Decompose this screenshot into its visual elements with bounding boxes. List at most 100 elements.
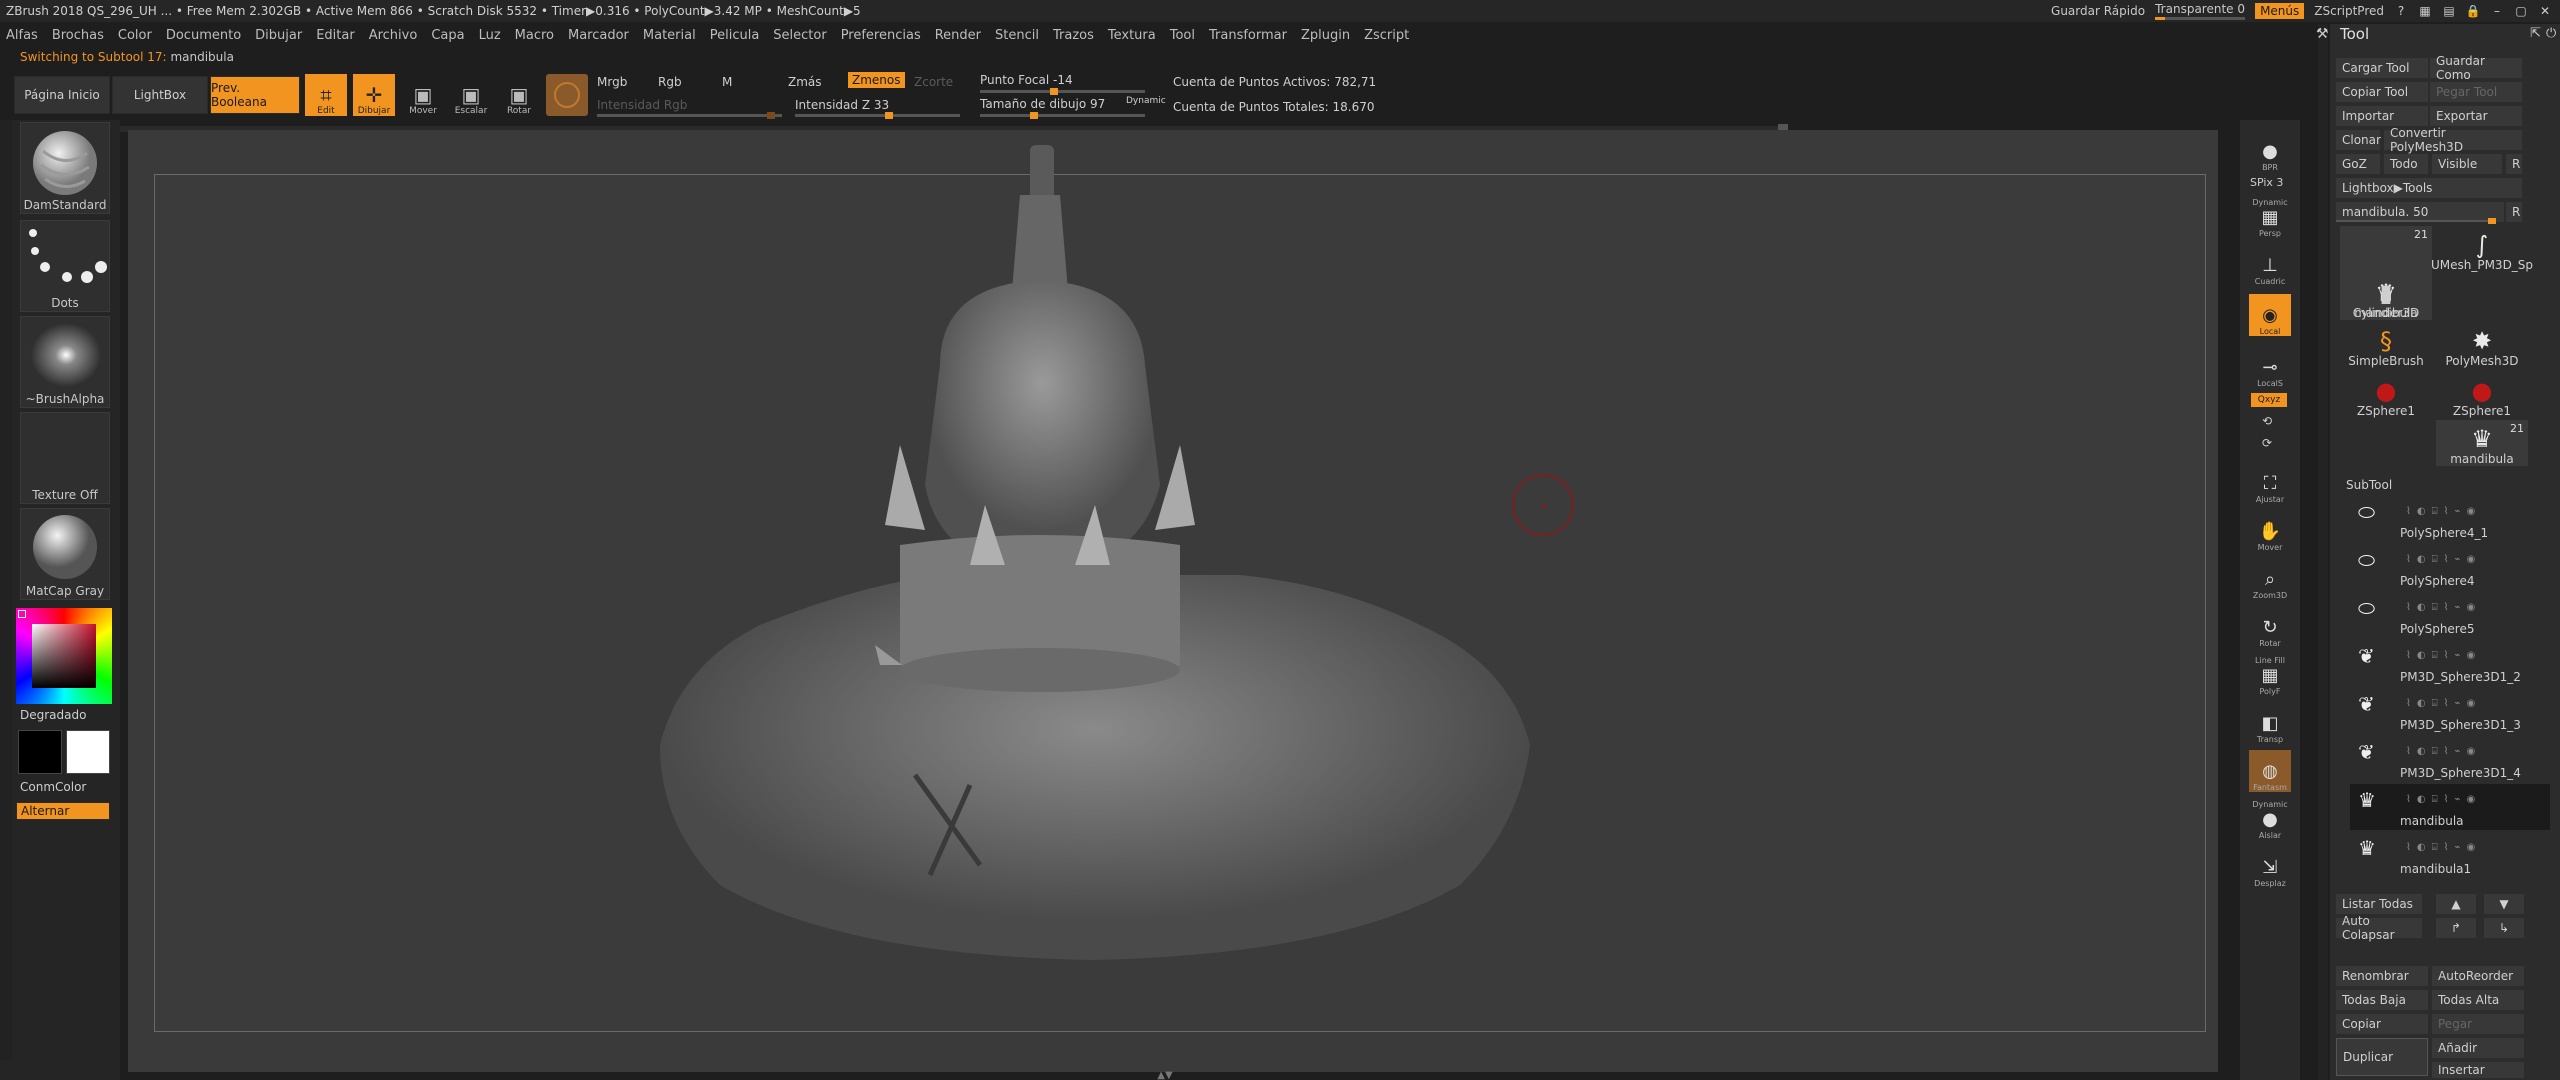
- subtool-brush-icon[interactable]: ⌇: [2406, 506, 2411, 517]
- z-intensity-track[interactable]: [795, 112, 960, 119]
- subtool-pin-icon[interactable]: ⌇: [2444, 794, 2449, 805]
- bpr-button[interactable]: ● BPR: [2249, 130, 2291, 172]
- menu-stencil[interactable]: Stencil: [995, 28, 1039, 43]
- solo-button[interactable]: Dynamic ● Aislar: [2249, 798, 2291, 840]
- eye-icon[interactable]: ◉: [2467, 794, 2476, 805]
- zadd-button[interactable]: Zmás: [788, 75, 822, 89]
- save-as-button[interactable]: Guardar Como: [2430, 54, 2522, 82]
- goz-r-button[interactable]: R: [2506, 154, 2522, 174]
- subtool-row[interactable]: ⬭ ⌇ ◐ ⌸ ⌇ ⌁ ◉ PolySphere5: [2350, 592, 2550, 638]
- subtool-paint-icon[interactable]: ⌁: [2455, 794, 2461, 805]
- eye-icon[interactable]: ◉: [2467, 506, 2476, 517]
- subtool-brush-icon[interactable]: ⌇: [2406, 842, 2411, 853]
- z-intensity-slider[interactable]: Intensidad Z 33: [795, 98, 889, 112]
- m-button[interactable]: M: [722, 75, 732, 89]
- menu-textura[interactable]: Textura: [1108, 28, 1156, 43]
- transparent-slider[interactable]: Transparente 0: [2155, 2, 2246, 20]
- move-view-button[interactable]: ✋ Mover: [2249, 510, 2291, 552]
- subtool-paint-icon[interactable]: ⌁: [2455, 842, 2461, 853]
- maximize-icon[interactable]: ▢: [2514, 4, 2528, 18]
- layout-icon[interactable]: ▦: [2418, 4, 2432, 18]
- menu-transformar[interactable]: Transformar: [1209, 28, 1287, 43]
- subtool-lock-icon[interactable]: ⌸: [2432, 746, 2438, 757]
- tool-thumb-cylinder3d[interactable]: ▮ Cylinder3D: [2340, 274, 2432, 320]
- clone-button[interactable]: Clonar: [2336, 130, 2381, 150]
- rotate-mode-button[interactable]: ▣ Rotar: [498, 74, 540, 116]
- menu-editar[interactable]: Editar: [316, 28, 355, 43]
- gradient-label[interactable]: Degradado: [20, 708, 86, 722]
- subtool-brush-icon[interactable]: ⌇: [2406, 794, 2411, 805]
- menu-dibujar[interactable]: Dibujar: [255, 28, 302, 43]
- boolean-preview-button[interactable]: Prev. Booleana: [210, 76, 300, 114]
- polyframe-button[interactable]: Line Fill ▦ PolyF: [2249, 654, 2291, 696]
- material-picker[interactable]: MatCap Gray: [20, 508, 110, 600]
- subtool-brush-icon[interactable]: ⌇: [2406, 746, 2411, 757]
- home-page-button[interactable]: Página Inicio: [14, 76, 110, 114]
- menu-material[interactable]: Material: [643, 28, 696, 43]
- scale-mode-button[interactable]: ▣ Escalar: [450, 74, 492, 116]
- tool-thumb-umesh_pm3d_sp[interactable]: ∫ UMesh_PM3D_Sp: [2431, 226, 2533, 272]
- floor-button[interactable]: ⊥ Cuadric: [2249, 244, 2291, 286]
- subtool-toggle-icon[interactable]: ◐: [2417, 506, 2426, 517]
- goz-visible-button[interactable]: Visible: [2432, 154, 2502, 174]
- rgb-intensity-slider[interactable]: Intensidad Rgb: [597, 98, 687, 112]
- copy-tool-button[interactable]: Copiar Tool: [2336, 82, 2428, 102]
- tool-thumb-simplebrush[interactable]: § SimpleBrush: [2340, 322, 2432, 368]
- rotate-z-icon[interactable]: ⟳: [2262, 436, 2272, 450]
- palette-popout-icon[interactable]: ⇱: [2530, 26, 2541, 41]
- menu-trazos[interactable]: Trazos: [1053, 28, 1094, 43]
- rotate-view-button[interactable]: ↻ Rotar: [2249, 606, 2291, 648]
- help-icon[interactable]: ?: [2394, 4, 2408, 18]
- current-tool-slider[interactable]: mandibula. 50: [2336, 202, 2504, 224]
- ghost-button[interactable]: ◍ Fantasm: [2249, 750, 2291, 792]
- default-zscript-button[interactable]: ZScriptPred: [2314, 4, 2384, 18]
- menu-zplugin[interactable]: Zplugin: [1301, 28, 1350, 43]
- local-symmetry-button[interactable]: ◉ Local: [2249, 294, 2291, 336]
- local-s-button[interactable]: ⊸ LocalS: [2249, 346, 2291, 388]
- load-tool-button[interactable]: Cargar Tool: [2336, 58, 2428, 78]
- focal-shift-slider[interactable]: Punto Focal -14: [980, 73, 1073, 87]
- menu-marcador[interactable]: Marcador: [568, 28, 629, 43]
- subtool-pin-icon[interactable]: ⌇: [2444, 554, 2449, 565]
- texture-picker[interactable]: Texture Off: [20, 412, 110, 504]
- subtool-paint-icon[interactable]: ⌁: [2455, 650, 2461, 661]
- make-polymesh-button[interactable]: Convertir PolyMesh3D: [2384, 126, 2522, 154]
- menu-archivo[interactable]: Archivo: [369, 28, 418, 43]
- spix-control[interactable]: SPix 3: [2250, 176, 2283, 189]
- menu-render[interactable]: Render: [935, 28, 981, 43]
- move-mode-button[interactable]: ▣ Mover: [402, 74, 444, 116]
- draw-size-track[interactable]: [980, 112, 1145, 119]
- secondary-color-swatch[interactable]: [66, 730, 110, 774]
- stroke-picker[interactable]: Dots: [20, 220, 110, 312]
- subtool-brush-icon[interactable]: ⌇: [2406, 554, 2411, 565]
- color-saturation-square[interactable]: [32, 624, 96, 688]
- current-tool-r-button[interactable]: R: [2506, 202, 2522, 222]
- zsub-button[interactable]: Zmenos: [848, 72, 905, 88]
- copy-subtool-button[interactable]: Copiar: [2336, 1014, 2428, 1034]
- layout-alt-icon[interactable]: ▤: [2442, 4, 2456, 18]
- subtool-toggle-icon[interactable]: ◐: [2417, 746, 2426, 757]
- rgb-button[interactable]: Rgb: [658, 75, 682, 89]
- subtool-row[interactable]: ❦ ⌇ ◐ ⌸ ⌇ ⌁ ◉ PM3D_Sphere3D1_4: [2350, 736, 2550, 782]
- subtool-pin-icon[interactable]: ⌇: [2444, 842, 2449, 853]
- rgb-intensity-track[interactable]: [597, 112, 782, 119]
- subtool-pin-icon[interactable]: ⌇: [2444, 698, 2449, 709]
- bottom-tray-handle[interactable]: ▲▼: [1115, 1070, 1215, 1080]
- move-up-button[interactable]: ▲: [2436, 894, 2476, 914]
- subtool-pin-icon[interactable]: ⌇: [2444, 602, 2449, 613]
- subtool-pin-icon[interactable]: ⌇: [2444, 746, 2449, 757]
- eye-icon[interactable]: ◉: [2467, 650, 2476, 661]
- menu-documento[interactable]: Documento: [166, 28, 241, 43]
- tool-thumb-polymesh3d[interactable]: ✸ PolyMesh3D: [2436, 322, 2528, 368]
- eye-icon[interactable]: ◉: [2467, 698, 2476, 709]
- right-tray-handle[interactable]: [2318, 24, 2328, 1080]
- material-sphere-button[interactable]: [546, 74, 588, 116]
- auto-collapse-button[interactable]: Auto Colapsar: [2336, 914, 2422, 942]
- color-picker[interactable]: [16, 608, 112, 704]
- tool-thumb-mandibula[interactable]: ♛ mandibula 21: [2436, 420, 2528, 466]
- auto-reorder-button[interactable]: AutoReorder: [2432, 966, 2524, 986]
- move-bottom-button[interactable]: ↳: [2484, 918, 2524, 938]
- eye-icon[interactable]: ◉: [2467, 554, 2476, 565]
- xpose-button[interactable]: ⇲ Desplaz: [2249, 846, 2291, 888]
- subtool-lock-icon[interactable]: ⌸: [2432, 506, 2438, 517]
